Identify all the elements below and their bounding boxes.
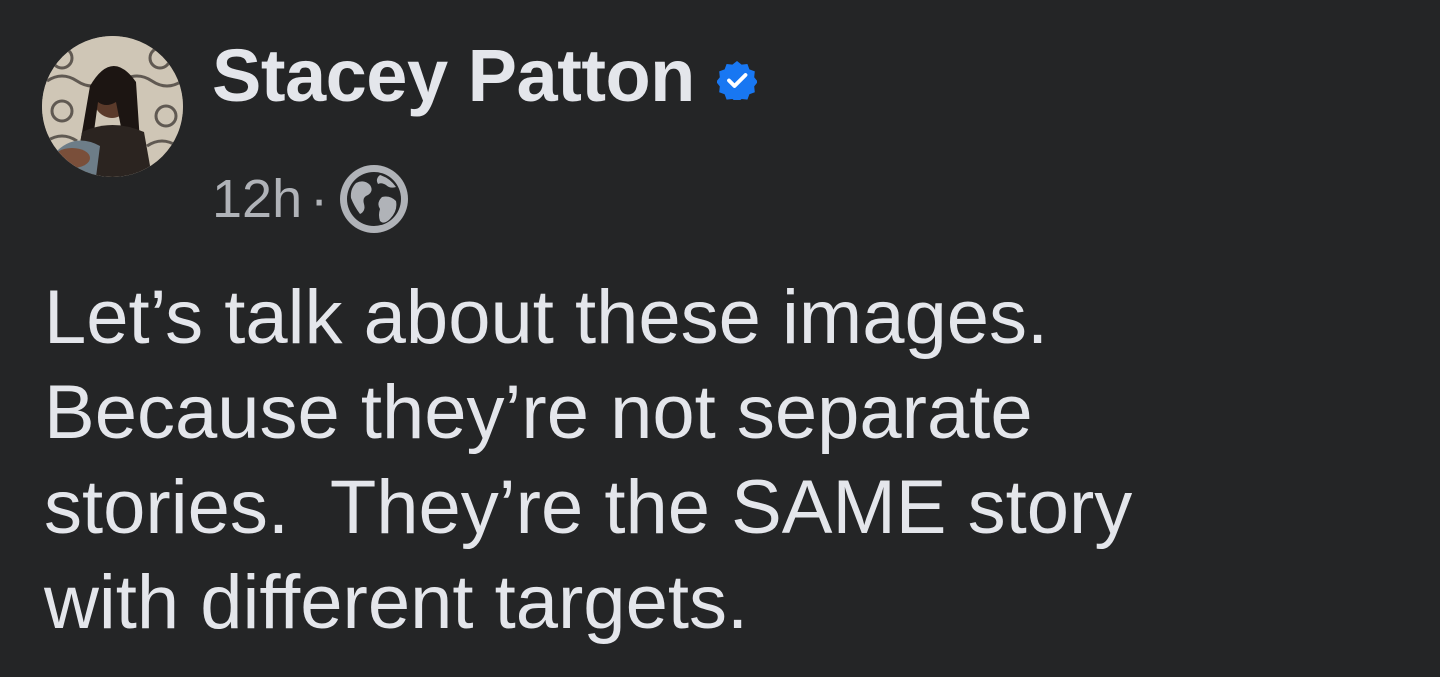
post-header: Stacey Patton 12h · [42, 26, 942, 233]
verified-badge-icon [716, 60, 758, 103]
globe-icon[interactable] [336, 161, 412, 237]
post-timestamp[interactable]: 12h [212, 172, 302, 226]
meta-separator: · [310, 169, 329, 229]
avatar[interactable] [42, 36, 183, 177]
avatar-photo [42, 36, 183, 177]
author-line: Stacey Patton [212, 30, 758, 122]
author-name[interactable]: Stacey Patton [212, 39, 695, 113]
post-body-text: Let’s talk about these images. Because t… [44, 275, 1133, 645]
post-meta: 12h · [212, 161, 412, 237]
